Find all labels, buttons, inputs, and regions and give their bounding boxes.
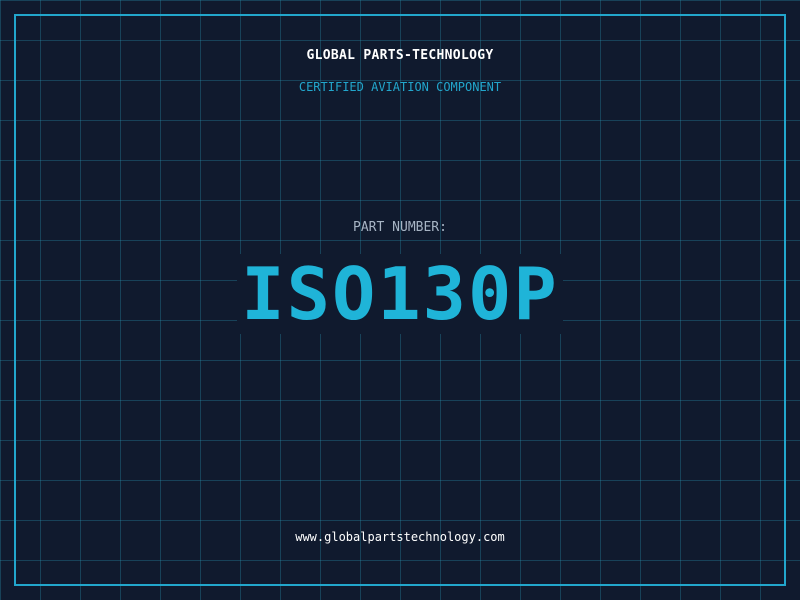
- company-name: GLOBAL PARTS-TECHNOLOGY: [306, 48, 494, 63]
- part-label-card: GLOBAL PARTS-TECHNOLOGY CERTIFIED AVIATI…: [0, 0, 800, 600]
- part-number-label: PART NUMBER:: [353, 220, 447, 235]
- part-number-container: ISO130P: [0, 254, 800, 354]
- part-number-value: ISO130P: [237, 254, 563, 334]
- website-url: www.globalpartstechnology.com: [295, 530, 505, 544]
- certification-tagline: CERTIFIED AVIATION COMPONENT: [298, 80, 502, 94]
